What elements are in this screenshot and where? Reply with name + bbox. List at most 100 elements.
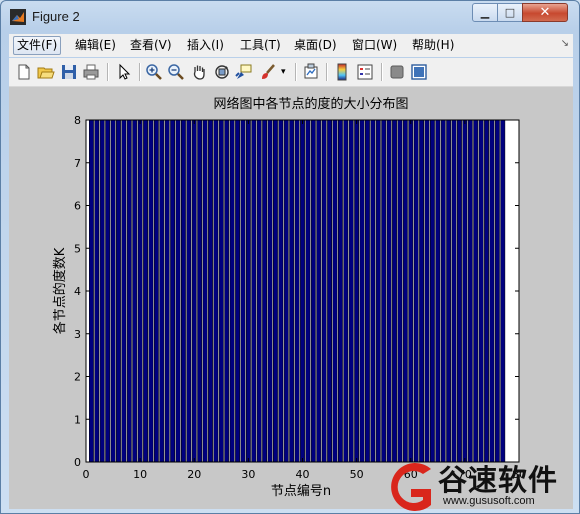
bar	[181, 119, 186, 463]
open-file-icon[interactable]	[37, 63, 55, 81]
pan-hand-icon[interactable]	[190, 63, 208, 81]
bar	[240, 119, 246, 463]
legend-icon[interactable]	[356, 63, 374, 81]
bar	[489, 119, 495, 463]
toolbar-separator	[381, 63, 383, 81]
bar	[327, 119, 332, 463]
hide-plot-tools-icon[interactable]	[388, 63, 406, 81]
bar	[386, 119, 392, 463]
show-plot-tools-icon[interactable]	[410, 63, 428, 81]
bar	[262, 119, 268, 463]
bar	[300, 119, 305, 463]
menu-insert[interactable]: 插入(I)	[184, 36, 227, 55]
bar	[229, 119, 235, 463]
window-title: Figure 2	[32, 9, 80, 24]
x-tick-label: 40	[296, 468, 310, 481]
y-tick-label: 0	[74, 456, 81, 469]
bar	[413, 119, 419, 463]
figure-canvas[interactable]: 0 10 20 30 40 50 60 70 80 012345678 网络图中各节点的度的大小…	[9, 87, 573, 509]
bar	[429, 119, 435, 463]
bar	[99, 119, 105, 463]
bar	[153, 119, 159, 463]
bar	[213, 119, 219, 463]
bar	[294, 119, 300, 463]
y-tick-label: 3	[74, 328, 81, 341]
watermark-url: www.gususoft.com	[443, 495, 535, 507]
menubar-dock-icon[interactable]: ↘	[561, 38, 569, 49]
bar	[126, 119, 132, 463]
bar	[256, 119, 262, 463]
bar	[354, 119, 360, 463]
menu-tools[interactable]: 工具(T)	[237, 36, 284, 55]
bar	[121, 119, 127, 463]
bar	[94, 119, 100, 463]
bar	[273, 119, 278, 463]
bar	[289, 119, 295, 463]
y-axis-label: 各节点的度数K	[52, 247, 68, 334]
bar	[110, 119, 116, 463]
bar	[105, 119, 111, 463]
menu-view[interactable]: 查看(V)	[127, 36, 175, 55]
new-figure-icon[interactable]	[15, 63, 33, 81]
colorbar-icon[interactable]	[333, 63, 351, 81]
bar-series	[88, 119, 506, 463]
bar	[440, 119, 446, 463]
bar	[218, 119, 224, 463]
data-cursor-icon[interactable]	[235, 63, 253, 81]
bar	[462, 119, 468, 463]
bar	[337, 119, 343, 463]
save-icon[interactable]	[60, 63, 78, 81]
brush-dropdown-icon[interactable]: ▾	[281, 63, 289, 81]
x-tick-label: 30	[241, 468, 255, 481]
bar	[202, 119, 208, 463]
toolbar-separator	[326, 63, 328, 81]
bar	[478, 119, 484, 463]
bar	[408, 119, 414, 463]
minimize-button[interactable]: ▁	[472, 3, 498, 22]
watermark-brand: 谷速软件	[438, 463, 559, 497]
toolbar-separator	[139, 63, 141, 81]
bar	[375, 119, 381, 463]
bar	[305, 119, 311, 463]
y-tick-label: 2	[74, 371, 81, 384]
bar	[381, 119, 387, 463]
toolbar-separator	[295, 63, 297, 81]
menu-file[interactable]: 文件(F)	[13, 36, 62, 55]
bar	[397, 119, 403, 463]
bar	[116, 119, 121, 463]
bar	[392, 119, 397, 463]
bar	[348, 119, 354, 463]
link-plot-icon[interactable]	[302, 63, 320, 81]
bar	[251, 119, 257, 463]
bar	[191, 119, 197, 463]
bar	[164, 119, 170, 463]
toolbar-separator	[107, 63, 109, 81]
menu-window[interactable]: 窗口(W)	[349, 36, 400, 55]
edit-plot-arrow-icon[interactable]	[115, 63, 133, 81]
brush-icon[interactable]	[259, 63, 277, 81]
x-axis-label: 节点编号n	[271, 484, 331, 499]
menu-help[interactable]: 帮助(H)	[409, 36, 457, 55]
bar	[321, 119, 327, 463]
bar	[132, 119, 138, 463]
maximize-button[interactable]: □	[497, 3, 523, 22]
title-bar[interactable]: Figure 2 ▁ □ ✕	[1, 1, 579, 31]
menu-desktop[interactable]: 桌面(D)	[291, 36, 340, 55]
print-icon[interactable]	[82, 63, 100, 81]
close-button[interactable]: ✕	[522, 3, 568, 22]
menu-edit[interactable]: 编辑(E)	[72, 36, 119, 55]
bar	[370, 119, 376, 463]
x-tick-label: 50	[350, 468, 364, 481]
rotate-3d-icon[interactable]	[213, 63, 231, 81]
bar	[419, 119, 424, 463]
zoom-out-icon[interactable]	[167, 63, 185, 81]
zoom-in-icon[interactable]	[145, 63, 163, 81]
bar	[494, 119, 500, 463]
x-tick-label: 20	[187, 468, 201, 481]
bar-chart[interactable]: 0 10 20 30 40 50 60 70 80 012345678 网络图中各节点的度的大小…	[9, 87, 573, 509]
bar	[137, 119, 143, 463]
bar	[435, 119, 441, 463]
bar	[484, 119, 489, 463]
y-tick-label: 6	[74, 200, 81, 213]
bar	[148, 119, 154, 463]
